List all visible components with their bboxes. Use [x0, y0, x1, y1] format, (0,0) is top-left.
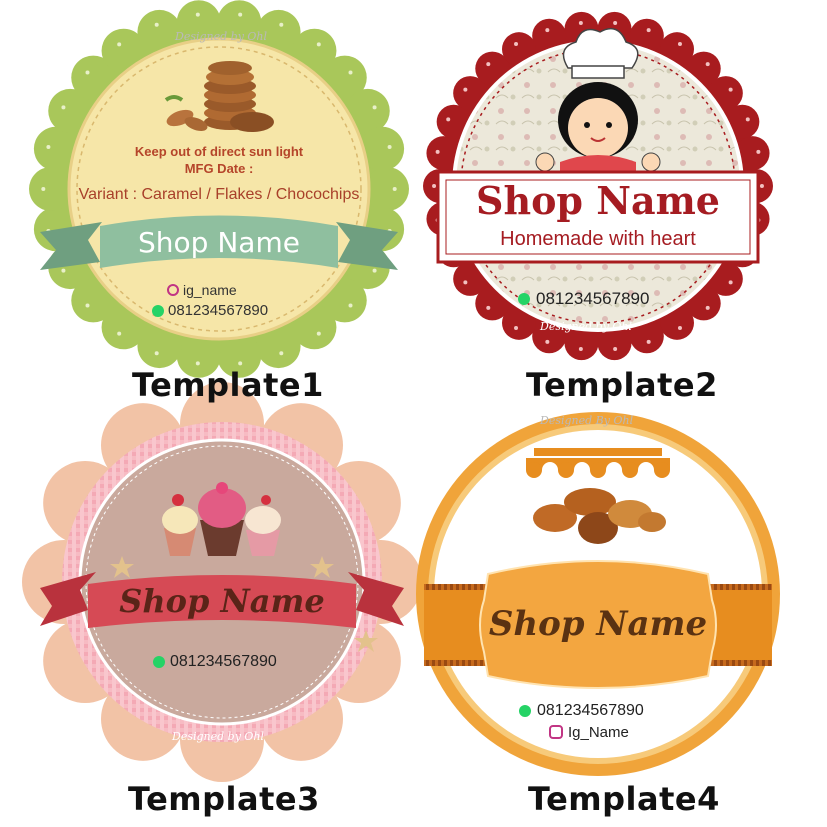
template2-watermark: Designed by Ohl [540, 320, 633, 333]
template2-caption: Template2 [526, 366, 718, 404]
template4-watermark: Designed By Ohl [540, 414, 634, 427]
sticker-template-gallery: Designed by Ohl Keep out of direct sun l… [0, 0, 827, 827]
template1-ig-name: ig_name [183, 282, 237, 298]
whatsapp-icon [519, 705, 531, 717]
template1-shop-name: Shop Name [138, 226, 300, 259]
template3-phone: 081234567890 [170, 653, 277, 670]
templates-canvas [22, 0, 780, 782]
template4-phone: 081234567890 [537, 702, 644, 719]
template1-caption: Template1 [132, 366, 324, 404]
template1-variant: Variant : Caramel / Flakes / Chocochips [78, 186, 360, 203]
whatsapp-icon [153, 656, 165, 668]
template1-phone: 081234567890 [168, 302, 269, 319]
template3-caption: Template3 [128, 780, 320, 818]
template1-mfg-date: MFG Date : [184, 161, 254, 176]
template4-caption: Template4 [528, 780, 720, 818]
template3-shop-name: Shop Name [119, 582, 325, 620]
whatsapp-icon [152, 305, 164, 317]
template1-storage-note: Keep out of direct sun light [134, 144, 304, 159]
template3-watermark: Designed by Ohl [172, 730, 265, 743]
whatsapp-icon [518, 293, 530, 305]
template4-sticker [416, 412, 780, 776]
template4-shop-name: Shop Name [488, 604, 708, 644]
template2-tagline: Homemade with heart [500, 228, 696, 250]
template1-watermark: Designed by Ohl [175, 30, 268, 43]
template2-phone: 081234567890 [536, 289, 650, 308]
awning-illustration [526, 448, 670, 478]
template2-shop-name: Shop Name [476, 178, 720, 223]
template4-ig-name: Ig_Name [568, 724, 629, 741]
